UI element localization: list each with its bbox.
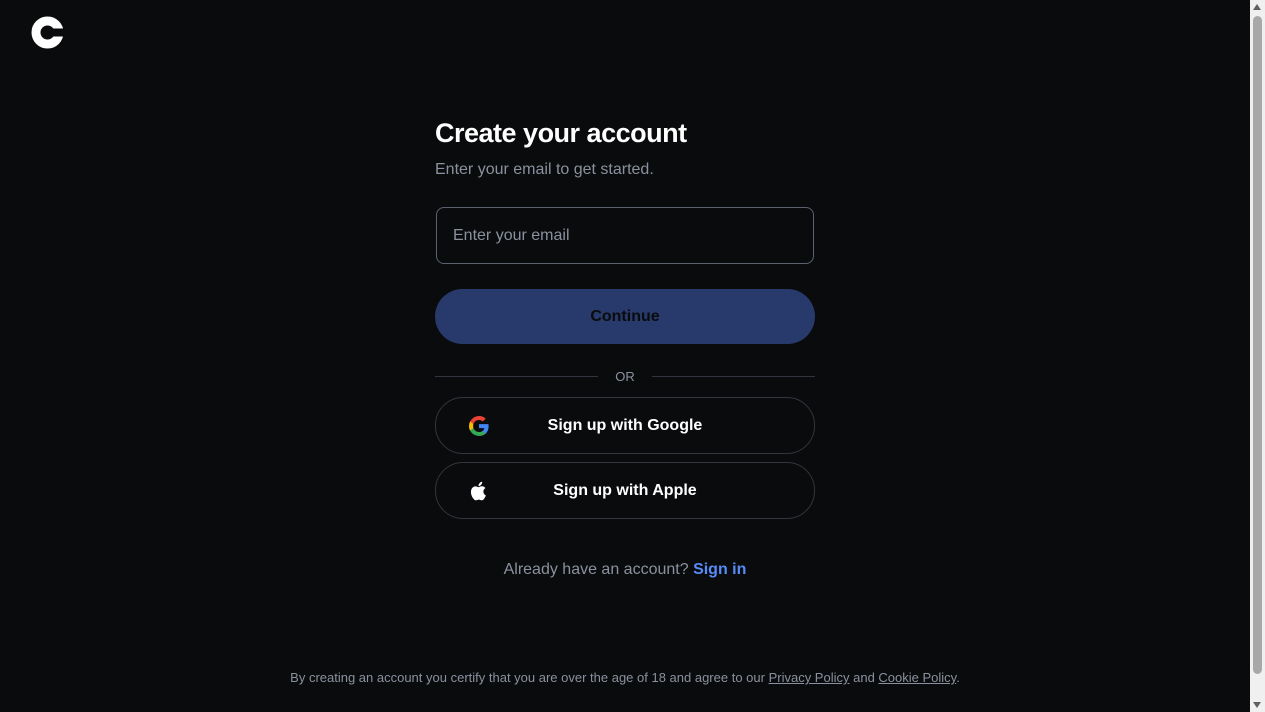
divider-line-left bbox=[435, 375, 599, 377]
vertical-scrollbar[interactable] bbox=[1250, 0, 1265, 712]
signin-link[interactable]: Sign in bbox=[693, 561, 746, 578]
apple-signup-button[interactable]: Sign up with Apple bbox=[435, 462, 815, 519]
coinbase-logo-icon[interactable] bbox=[31, 16, 64, 49]
google-signup-label: Sign up with Google bbox=[547, 416, 703, 434]
page-subtitle: Enter your email to get started. bbox=[435, 161, 654, 178]
footer-text-before: By creating an account you certify that … bbox=[290, 670, 769, 685]
google-signup-button[interactable]: Sign up with Google bbox=[435, 397, 815, 454]
signin-row: Already have an account? Sign in bbox=[435, 561, 815, 579]
divider-line-right bbox=[651, 375, 815, 377]
footer-text-after: . bbox=[956, 670, 960, 685]
signin-prompt: Already have an account? bbox=[503, 561, 689, 578]
signup-page: Create your account Enter your email to … bbox=[0, 0, 1250, 712]
or-divider: OR bbox=[435, 366, 815, 386]
scroll-down-arrow-icon[interactable] bbox=[1253, 702, 1261, 708]
privacy-policy-link[interactable]: Privacy Policy bbox=[769, 670, 850, 685]
apple-icon bbox=[470, 481, 486, 501]
continue-button[interactable]: Continue bbox=[435, 289, 815, 344]
apple-signup-label: Sign up with Apple bbox=[553, 481, 697, 499]
google-icon bbox=[469, 415, 489, 436]
signup-form: Create your account Enter your email to … bbox=[435, 113, 815, 579]
footer-text-middle: and bbox=[849, 670, 879, 685]
scrollbar-thumb[interactable] bbox=[1253, 16, 1262, 674]
cookie-policy-link[interactable]: Cookie Policy bbox=[878, 670, 956, 685]
page-title: Create your account bbox=[435, 118, 687, 148]
email-field[interactable] bbox=[436, 207, 814, 264]
scroll-up-arrow-icon[interactable] bbox=[1253, 4, 1261, 10]
legal-footer: By creating an account you certify that … bbox=[0, 670, 1250, 685]
divider-label: OR bbox=[615, 368, 635, 384]
